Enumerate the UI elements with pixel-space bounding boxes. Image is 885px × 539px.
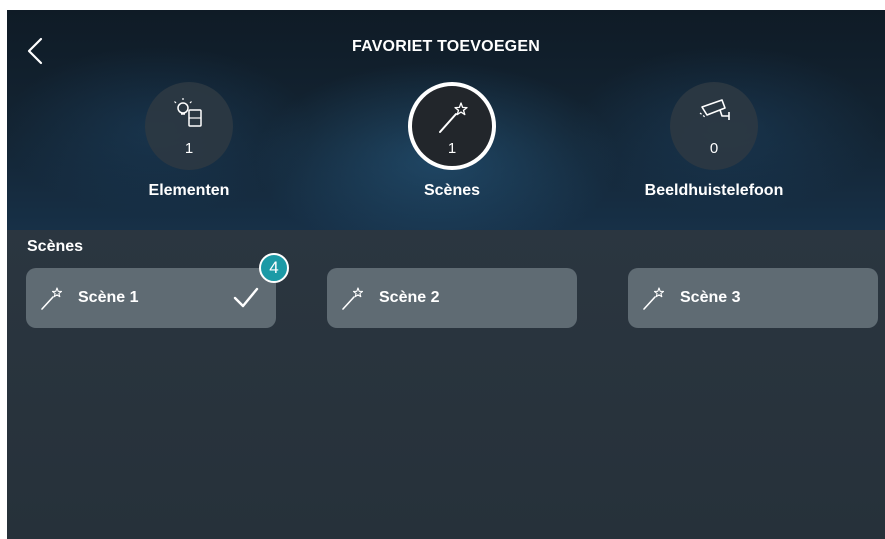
scene-label: Scène 3 [680, 289, 741, 306]
scene-label: Scène 2 [379, 289, 440, 306]
scene-label: Scène 1 [78, 289, 139, 306]
category-circle: 0 [670, 82, 758, 170]
category-count: 1 [447, 140, 457, 157]
scene-card-2[interactable]: Scène 2 [327, 268, 577, 328]
scene-card-3[interactable]: Scène 3 [628, 268, 878, 328]
category-circle: 1 [408, 82, 496, 170]
header: FAVORIET TOEVOEGEN 1 Elementen 1 Scènes … [7, 10, 885, 230]
magic-wand-icon [342, 287, 364, 310]
category-beeldhuistelefoon[interactable]: 0 Beeldhuistelefoon [614, 82, 814, 200]
app-screen: FAVORIET TOEVOEGEN 1 Elementen 1 Scènes … [7, 10, 885, 539]
magic-wand-icon [643, 287, 665, 310]
lightbulb-switch-icon [174, 98, 202, 127]
category-elementen[interactable]: 1 Elementen [89, 82, 289, 200]
category-count: 0 [709, 140, 719, 157]
page-title: FAVORIET TOEVOEGEN [352, 38, 540, 55]
scene-card-1[interactable]: Scène 1 [26, 268, 276, 328]
security-camera-icon [699, 99, 730, 120]
category-circle: 1 [145, 82, 233, 170]
category-label: Scènes [423, 182, 481, 199]
category-count: 1 [184, 140, 194, 157]
section-title: Scènes [27, 238, 84, 255]
category-scenes[interactable]: 1 Scènes [352, 82, 552, 200]
magic-wand-icon [41, 287, 63, 310]
magic-wand-icon [439, 102, 468, 133]
category-label: Beeldhuistelefoon [644, 182, 784, 199]
step-number-badge: 4 [259, 253, 289, 283]
category-label: Elementen [148, 182, 230, 199]
checkmark-icon [233, 287, 259, 308]
